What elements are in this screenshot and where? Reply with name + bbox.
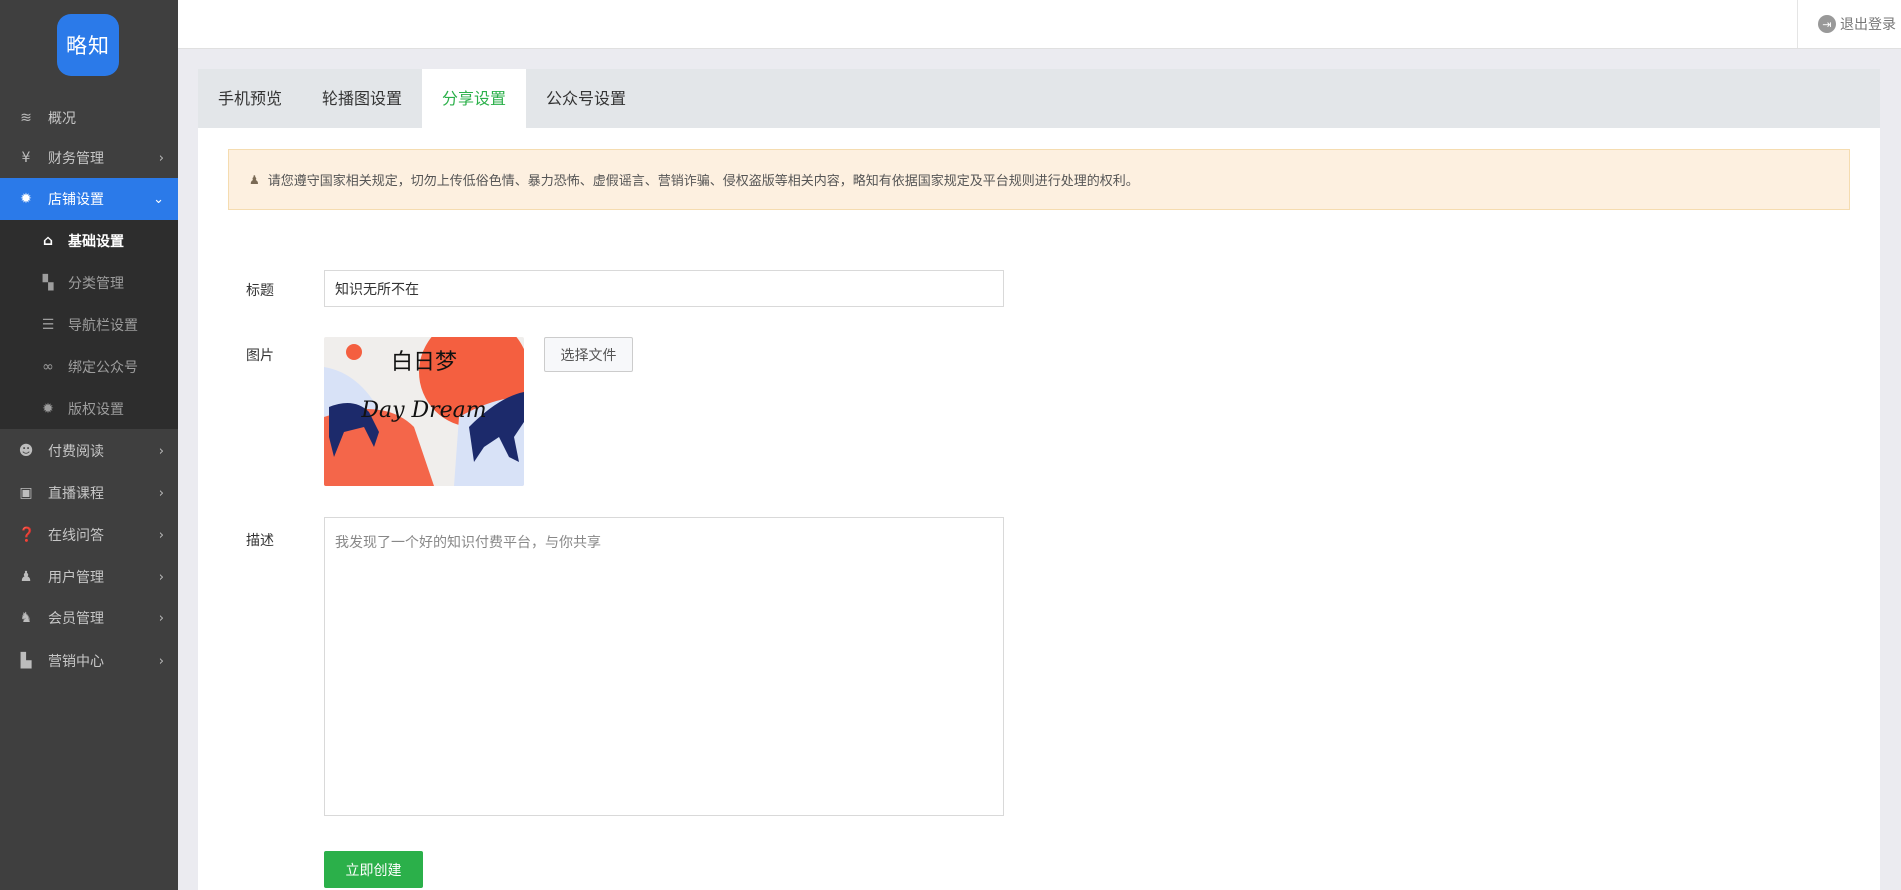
chevron-right-icon: › bbox=[158, 569, 164, 585]
reading-icon: ☻ bbox=[18, 443, 34, 459]
sidebar-item-label: 用户管理 bbox=[48, 570, 104, 586]
sidebar-item-live[interactable]: ▣ 直播课程 › bbox=[0, 472, 178, 514]
sidebar-submenu: ⌂ 基础设置 ▚ 分类管理 ☰ 导航栏设置 ∞ 绑定公众号 ✹ 版权设置 bbox=[0, 220, 178, 429]
sidebar-subitem-label: 分类管理 bbox=[68, 276, 124, 292]
sidebar-item-paid-reading[interactable]: ☻ 付费阅读 › bbox=[0, 430, 178, 472]
sidebar-subitem-navbar[interactable]: ☰ 导航栏设置 bbox=[0, 304, 178, 346]
sidebar-subitem-category[interactable]: ▚ 分类管理 bbox=[0, 262, 178, 304]
logout-icon: ⇥ bbox=[1818, 15, 1836, 33]
link-icon: ∞ bbox=[42, 359, 54, 375]
live-icon: ▣ bbox=[19, 485, 33, 501]
svg-text:白日梦: 白日梦 bbox=[391, 350, 457, 375]
tab-official-account-settings[interactable]: 公众号设置 bbox=[526, 69, 646, 128]
description-label: 描述 bbox=[246, 533, 274, 549]
member-icon: ♞ bbox=[19, 610, 33, 626]
chevron-right-icon: › bbox=[158, 527, 164, 543]
sidebar-item-label: 概况 bbox=[48, 111, 76, 127]
content-card: 手机预览 轮播图设置 分享设置 公众号设置 ♟ 请您遵守国家相关规定，切勿上传低俗… bbox=[198, 69, 1880, 890]
sidebar-subitem-basic[interactable]: ⌂ 基础设置 bbox=[0, 220, 178, 262]
chevron-right-icon: › bbox=[158, 610, 164, 626]
sidebar-item-members[interactable]: ♞ 会员管理 › bbox=[0, 597, 178, 639]
title-label: 标题 bbox=[246, 283, 274, 299]
sidebar-item-qa[interactable]: ❓ 在线问答 › bbox=[0, 514, 178, 556]
notice-banner: ♟ 请您遵守国家相关规定，切勿上传低俗色情、暴力恐怖、虚假谣言、营销诈骗、侵权盗版… bbox=[228, 149, 1850, 210]
sidebar-item-label: 店铺设置 bbox=[48, 192, 104, 208]
svg-text:Day Dream: Day Dream bbox=[360, 398, 486, 423]
sidebar-subitem-label: 导航栏设置 bbox=[68, 318, 138, 334]
sidebar-item-label: 营销中心 bbox=[48, 654, 104, 670]
qa-icon: ❓ bbox=[18, 527, 36, 543]
sidebar-item-users[interactable]: ♟ 用户管理 › bbox=[0, 556, 178, 598]
logout-label: 退出登录 bbox=[1840, 17, 1896, 33]
sidebar-subitem-bind-account[interactable]: ∞ 绑定公众号 bbox=[0, 346, 178, 388]
logout-button[interactable]: ⇥ 退出登录 bbox=[1797, 0, 1901, 48]
cover-image: 白日梦 Day Dream bbox=[324, 337, 524, 486]
sidebar-item-overview[interactable]: ≋ 概况 bbox=[0, 97, 178, 139]
finance-icon: ¥ bbox=[21, 150, 31, 166]
sidebar-subitem-label: 版权设置 bbox=[68, 402, 124, 418]
list-icon: ☰ bbox=[41, 317, 55, 333]
chevron-right-icon: › bbox=[158, 150, 164, 166]
tab-phone-preview[interactable]: 手机预览 bbox=[198, 69, 302, 128]
chevron-down-icon: ⌄ bbox=[153, 191, 164, 207]
choose-file-button[interactable]: 选择文件 bbox=[544, 337, 633, 372]
chart-icon: ▙ bbox=[20, 653, 32, 669]
sidebar-item-label: 财务管理 bbox=[48, 151, 104, 167]
sidebar-item-label: 付费阅读 bbox=[48, 444, 104, 460]
title-input[interactable] bbox=[324, 270, 1004, 307]
description-textarea[interactable] bbox=[324, 517, 1004, 816]
tab-bar: 手机预览 轮播图设置 分享设置 公众号设置 bbox=[198, 69, 1880, 128]
user-icon: ♟ bbox=[19, 569, 33, 585]
top-bar bbox=[178, 0, 1901, 49]
home-gear-icon: ⌂ bbox=[42, 233, 54, 249]
logo[interactable]: 略知 bbox=[57, 14, 119, 76]
category-icon: ▚ bbox=[42, 275, 54, 291]
sidebar-item-marketing[interactable]: ▙ 营销中心 › bbox=[0, 640, 178, 682]
layers-icon: ≋ bbox=[20, 110, 32, 126]
create-button[interactable]: 立即创建 bbox=[324, 851, 423, 888]
gear-icon: ✹ bbox=[20, 191, 32, 207]
sidebar-item-finance[interactable]: ¥ 财务管理 › bbox=[0, 137, 178, 179]
sidebar-subitem-label: 基础设置 bbox=[68, 234, 124, 250]
sidebar-item-label: 在线问答 bbox=[48, 528, 104, 544]
sidebar-subitem-label: 绑定公众号 bbox=[68, 360, 138, 376]
tab-share-settings[interactable]: 分享设置 bbox=[422, 69, 527, 128]
user-icon: ♟ bbox=[249, 172, 260, 187]
sidebar-subitem-copyright[interactable]: ✹ 版权设置 bbox=[0, 388, 178, 430]
sidebar-item-label: 直播课程 bbox=[48, 486, 104, 502]
tab-carousel-settings[interactable]: 轮播图设置 bbox=[302, 69, 422, 128]
sidebar: 略知 ≋ 概况 ¥ 财务管理 › ✹ 店铺设置 ⌄ ⌂ 基础设置 ▚ 分类管理 ☰ 导航栏设置 … bbox=[0, 0, 178, 890]
chevron-right-icon: › bbox=[158, 653, 164, 669]
sidebar-item-shop-settings[interactable]: ✹ 店铺设置 ⌄ bbox=[0, 178, 178, 220]
image-label: 图片 bbox=[246, 348, 274, 364]
notice-text: 请您遵守国家相关规定，切勿上传低俗色情、暴力恐怖、虚假谣言、营销诈骗、侵权盗版等… bbox=[267, 174, 1139, 189]
chevron-right-icon: › bbox=[158, 485, 164, 501]
sidebar-item-label: 会员管理 bbox=[48, 611, 104, 627]
gear-icon: ✹ bbox=[42, 401, 54, 417]
chevron-right-icon: › bbox=[158, 443, 164, 459]
